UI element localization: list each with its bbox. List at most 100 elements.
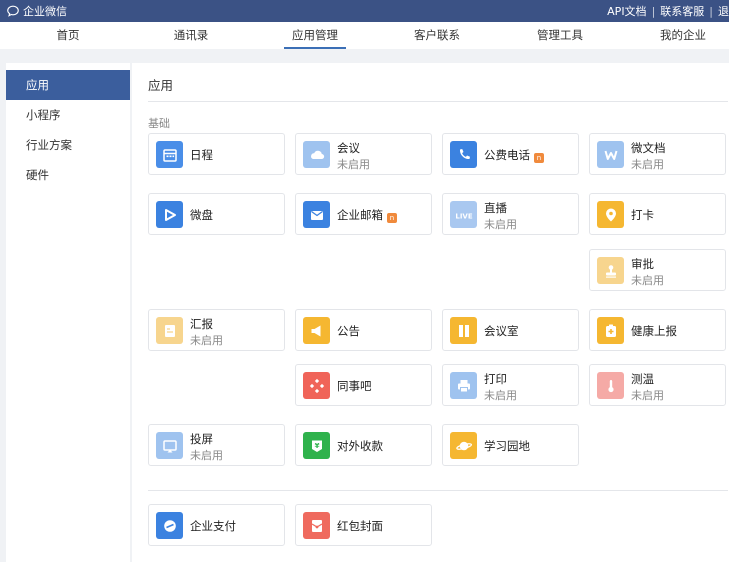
app-name: 汇报: [190, 317, 213, 331]
planet-icon: [450, 432, 477, 459]
app-card-learning-garden[interactable]: 学习园地: [442, 424, 579, 466]
new-badge: n: [387, 213, 397, 223]
app-card-screen-cast[interactable]: 投屏 未启用: [148, 424, 285, 466]
nav-tab-customer-contact[interactable]: 客户联系: [413, 22, 461, 49]
app-name-text: 公费电话: [484, 148, 530, 162]
section-label-basic: 基础: [148, 117, 170, 130]
brand-name: 企业微信: [23, 5, 67, 18]
phone-icon: [450, 141, 477, 168]
app-card-meeting-room[interactable]: 会议室: [442, 309, 579, 351]
app-card-approval[interactable]: 审批 未启用: [589, 249, 726, 291]
app-card-temperature[interactable]: 测温 未启用: [589, 364, 726, 406]
network-icon: [303, 372, 330, 399]
app-card-weipan[interactable]: 微盘: [148, 193, 285, 235]
nav-tab-home[interactable]: 首页: [55, 22, 81, 49]
app-name: 日程: [190, 148, 213, 162]
megaphone-icon: [303, 317, 330, 344]
separator: |: [709, 4, 713, 18]
app-card-schedule[interactable]: 日程: [148, 133, 285, 175]
app-name: 学习园地: [484, 439, 530, 453]
new-badge: n: [534, 153, 544, 163]
nav-tab-app-management[interactable]: 应用管理: [284, 22, 346, 49]
app-name: 打卡: [631, 208, 654, 222]
app-card-colleague-bar[interactable]: 同事吧: [295, 364, 432, 406]
app-name: 测温: [631, 372, 654, 386]
mail-icon: [303, 201, 330, 228]
calendar-icon: [156, 141, 183, 168]
location-icon: [597, 201, 624, 228]
top-bar: 企业微信 API文档 | 联系客服 | 退: [0, 0, 729, 22]
sidebar: 应用 小程序 行业方案 硬件: [6, 63, 130, 562]
brand[interactable]: 企业微信: [6, 3, 67, 19]
payment-icon: [156, 512, 183, 539]
health-icon: [597, 317, 624, 344]
nav-tab-contacts[interactable]: 通讯录: [172, 22, 210, 49]
app-name: 健康上报: [631, 324, 677, 338]
divider: [148, 490, 728, 491]
app-status: 未启用: [484, 218, 517, 231]
sidebar-item-mini-programs[interactable]: 小程序: [6, 100, 130, 130]
divider: [148, 101, 728, 102]
app-card-enterprise-mail[interactable]: 企业邮箱 n: [295, 193, 432, 235]
app-name: 打印: [484, 372, 507, 386]
app-status: 未启用: [190, 449, 223, 462]
app-status: 未启用: [190, 334, 223, 347]
svg-text:¥: ¥: [314, 442, 319, 450]
stamp-icon: [597, 257, 624, 284]
app-card-meeting[interactable]: 会议 未启用: [295, 133, 432, 175]
api-docs-link[interactable]: API文档: [607, 3, 646, 19]
app-card-checkin[interactable]: 打卡: [589, 193, 726, 235]
app-name: 投屏: [190, 432, 213, 446]
app-card-public-phone[interactable]: 公费电话 n: [442, 133, 579, 175]
app-card-report[interactable]: 汇报 未启用: [148, 309, 285, 351]
thermometer-icon: [597, 372, 624, 399]
app-card-red-envelope-cover[interactable]: 红包封面: [295, 504, 432, 546]
app-name: 微文档: [631, 141, 666, 155]
printer-icon: [450, 372, 477, 399]
app-status: 未启用: [631, 158, 664, 171]
sidebar-item-hardware[interactable]: 硬件: [6, 160, 130, 190]
door-icon: [450, 317, 477, 344]
top-links: API文档 | 联系客服 | 退: [607, 3, 729, 19]
separator: |: [651, 4, 656, 18]
app-name: 对外收款: [337, 439, 383, 453]
app-name: 企业支付: [190, 519, 236, 533]
sidebar-item-industry-solutions[interactable]: 行业方案: [6, 130, 130, 160]
app-card-announcement[interactable]: 公告: [295, 309, 432, 351]
app-name: 同事吧: [337, 379, 372, 393]
nav-tab-management-tools[interactable]: 管理工具: [536, 22, 584, 49]
app-name: 公费电话 n: [484, 147, 544, 163]
app-card-external-payment[interactable]: ¥ 对外收款: [295, 424, 432, 466]
app-status: 未启用: [631, 389, 664, 402]
app-card-enterprise-payment[interactable]: 企业支付: [148, 504, 285, 546]
app-status: 未启用: [484, 389, 517, 402]
app-card-print[interactable]: 打印 未启用: [442, 364, 579, 406]
app-card-health-report[interactable]: 健康上报: [589, 309, 726, 351]
red-envelope-icon: [303, 512, 330, 539]
apps-panel: 应用 基础 日程 会议 未启用 公费电话 n 微文档 未启用 微盘 企业邮箱 n…: [132, 63, 729, 562]
drive-icon: [156, 201, 183, 228]
sidebar-item-apps[interactable]: 应用: [6, 70, 130, 100]
svg-text:LIVE: LIVE: [455, 212, 472, 220]
app-status: 未启用: [631, 274, 664, 287]
app-name-text: 企业邮箱: [337, 208, 383, 222]
contact-support-link[interactable]: 联系客服: [660, 3, 704, 19]
nav-tab-my-enterprise[interactable]: 我的企业: [659, 22, 707, 49]
app-name: 审批: [631, 257, 654, 271]
report-icon: [156, 317, 183, 344]
app-name: 会议室: [484, 324, 519, 338]
app-card-weidoc[interactable]: 微文档 未启用: [589, 133, 726, 175]
app-name: 红包封面: [337, 519, 383, 533]
app-name: 直播: [484, 201, 507, 215]
app-name: 微盘: [190, 208, 213, 222]
screen-cast-icon: [156, 432, 183, 459]
app-card-live[interactable]: LIVE 直播 未启用: [442, 193, 579, 235]
app-name: 公告: [337, 324, 360, 338]
yuan-icon: ¥: [303, 432, 330, 459]
main-nav: 首页 通讯录 应用管理 客户联系 管理工具 我的企业: [0, 22, 729, 49]
page-title: 应用: [148, 78, 174, 93]
app-name: 企业邮箱 n: [337, 207, 397, 223]
app-name: 会议: [337, 141, 360, 155]
cloud-icon: [303, 141, 330, 168]
logout-link[interactable]: 退: [718, 3, 729, 19]
